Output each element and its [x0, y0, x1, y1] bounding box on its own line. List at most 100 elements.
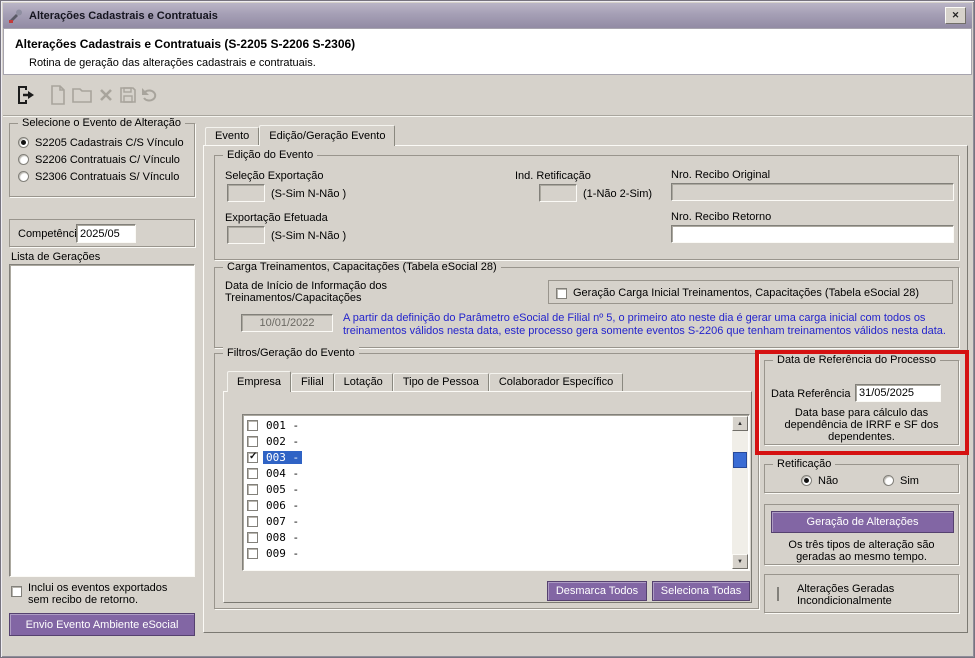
selecao-exportacao-field[interactable]: [227, 184, 265, 202]
list-item[interactable]: 004 -: [243, 465, 749, 481]
carga-checkbox[interactable]: Geração Carga Inicial Treinamentos, Capa…: [556, 287, 919, 299]
title-bar: Alterações Cadastrais e Contratuais: [3, 3, 972, 28]
list-item[interactable]: 008 -: [243, 529, 749, 545]
radio-label: Não: [818, 474, 839, 487]
envio-evento-button[interactable]: Envio Evento Ambiente eSocial: [9, 613, 195, 636]
radio-s2205[interactable]: S2205 Cadastrais C/S Vínculo: [18, 136, 184, 149]
window-title: Alterações Cadastrais e Contratuais: [29, 9, 218, 22]
checkbox-icon[interactable]: [247, 531, 258, 543]
list-item[interactable]: 007 -: [243, 513, 749, 529]
lista-geracoes-label: Lista de Gerações: [11, 251, 101, 263]
carga-info-line1: A partir da definição do Parâmetro eSoci…: [343, 312, 926, 324]
list-item[interactable]: 001 -: [243, 417, 749, 433]
competencia-label: Competência: [18, 228, 83, 240]
competencia-field[interactable]: [76, 224, 136, 243]
radio-label: S2306 Contratuais S/ Vínculo: [35, 170, 180, 183]
checkbox-icon[interactable]: [247, 435, 258, 447]
lista-geracoes-listbox[interactable]: [9, 264, 195, 577]
undo-button[interactable]: [137, 82, 163, 108]
list-item[interactable]: 009 -: [243, 545, 749, 561]
radio-icon: [18, 137, 29, 148]
carga-group-title: Carga Treinamentos, Capacitações (Tabela…: [223, 261, 501, 273]
checkbox-icon[interactable]: [247, 483, 258, 495]
checkbox-icon[interactable]: [247, 467, 258, 479]
incondicional-checkbox[interactable]: [777, 587, 779, 601]
window-icon: [8, 8, 24, 24]
open-folder-button[interactable]: [69, 82, 95, 108]
save-icon: [120, 87, 136, 103]
geracao-note-line2: geradas ao mesmo tempo.: [796, 551, 927, 563]
header: Alterações Cadastrais e Contratuais (S-2…: [3, 28, 972, 75]
radio-label: S2206 Contratuais C/ Vínculo: [35, 153, 180, 166]
seleciona-todas-button[interactable]: Seleciona Todas: [652, 581, 750, 601]
filtros-group-title: Filtros/Geração do Evento: [223, 347, 359, 359]
list-item[interactable]: 005 -: [243, 481, 749, 497]
radio-label: Sim: [900, 474, 919, 487]
radio-s2306[interactable]: S2306 Contratuais S/ Vínculo: [18, 170, 179, 183]
new-document-icon: [51, 85, 65, 105]
recibo-retorno-field[interactable]: [671, 225, 954, 243]
checkbox-icon[interactable]: [247, 451, 258, 463]
tab-empresa[interactable]: Empresa: [227, 371, 292, 392]
tab-colaborador-especifico[interactable]: Colaborador Específico: [488, 373, 624, 391]
referencia-group-title: Data de Referência do Processo: [773, 354, 940, 366]
exportacao-efetuada-label: Exportação Efetuada: [225, 212, 328, 224]
new-document-button[interactable]: [45, 82, 71, 108]
exit-icon: [18, 86, 34, 104]
retificacao-group-title: Retificação: [773, 458, 836, 470]
tab-lotacao[interactable]: Lotação: [333, 373, 393, 391]
data-inicio-label-line1: Data de Início de Informação dos: [225, 280, 388, 292]
desmarca-todos-button[interactable]: Desmarca Todos: [547, 581, 647, 601]
radio-nao[interactable]: Não: [801, 474, 838, 487]
referencia-note-line3: dependentes.: [828, 431, 895, 443]
tab-tipo-de-pessoa[interactable]: Tipo de Pessoa: [392, 373, 489, 391]
list-item[interactable]: 002 -: [243, 433, 749, 449]
referencia-group: Data de Referência do Processo Data Refe…: [764, 354, 959, 445]
checkbox-icon[interactable]: [247, 515, 258, 527]
scrollbar-thumb[interactable]: [733, 452, 747, 468]
tab-filial[interactable]: Filial: [291, 373, 334, 391]
list-item-label: 005 -: [266, 482, 300, 496]
checkbox-icon[interactable]: [247, 419, 258, 431]
empresa-listbox[interactable]: 001 - 002 - 003 - 004 -: [242, 414, 750, 571]
open-folder-icon: [72, 88, 92, 103]
referencia-note-line2: dependência de IRRF e SF dos: [784, 419, 939, 431]
main-tab-strip: Evento Edição/Geração Evento: [205, 124, 396, 146]
scrollbar[interactable]: [732, 416, 748, 569]
geracao-alteracoes-button[interactable]: Geração de Alterações: [771, 511, 954, 533]
event-selection-group-title: Selecione o Evento de Alteração: [18, 117, 186, 129]
ind-retificacao-label: Ind. Retificação: [515, 170, 591, 182]
competencia-panel: Competência: [9, 219, 195, 247]
list-item[interactable]: 006 -: [243, 497, 749, 513]
exportacao-efetuada-field[interactable]: [227, 226, 265, 244]
filtros-group: Filtros/Geração do Evento Empresa Filial…: [214, 347, 759, 609]
edicao-group: Edição do Evento Seleção Exportação (S-S…: [214, 149, 959, 260]
include-exported-label-line2: sem recibo de retorno.: [28, 594, 139, 606]
exit-button[interactable]: [13, 82, 39, 108]
list-item-label: 006 -: [266, 498, 300, 512]
radio-s2206[interactable]: S2206 Contratuais C/ Vínculo: [18, 153, 180, 166]
tab-edicao-geracao-evento[interactable]: Edição/Geração Evento: [259, 125, 396, 146]
radio-icon: [18, 171, 29, 182]
incondicional-label-line2: Incondicionalmente: [797, 595, 892, 607]
radio-icon: [18, 154, 29, 165]
scroll-up-icon[interactable]: [732, 416, 748, 431]
selecao-exportacao-label: Seleção Exportação: [225, 170, 324, 182]
carga-checkbox-panel: Geração Carga Inicial Treinamentos, Capa…: [548, 280, 953, 304]
data-inicio-field[interactable]: 10/01/2022: [241, 314, 333, 332]
close-icon[interactable]: [945, 7, 966, 24]
event-selection-group: Selecione o Evento de Alteração S2205 Ca…: [9, 117, 195, 197]
ind-retificacao-field[interactable]: [539, 184, 577, 202]
delete-icon: [100, 89, 112, 101]
geracao-note-line1: Os três tipos de alteração são: [788, 539, 935, 551]
geracao-panel: Geração de Alterações Os três tipos de a…: [764, 504, 959, 565]
radio-sim[interactable]: Sim: [883, 474, 919, 487]
list-item[interactable]: 003 -: [243, 449, 749, 465]
recibo-original-field[interactable]: [671, 183, 954, 201]
scroll-down-icon[interactable]: [732, 554, 748, 569]
checkbox-icon[interactable]: [247, 547, 258, 559]
tab-evento[interactable]: Evento: [205, 127, 260, 145]
checkbox-icon: [11, 586, 22, 597]
data-referencia-field[interactable]: [855, 384, 941, 402]
checkbox-icon[interactable]: [247, 499, 258, 511]
